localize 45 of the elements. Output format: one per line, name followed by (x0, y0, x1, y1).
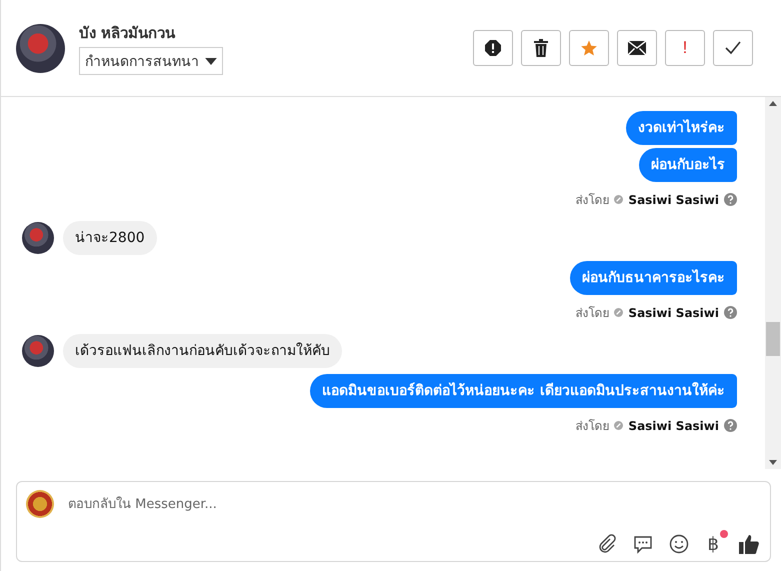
currency-button[interactable]: ฿ (704, 534, 722, 554)
avatar-photo (22, 222, 54, 254)
help-icon[interactable] (724, 419, 737, 432)
verified-icon (614, 421, 624, 430)
chat-bubble-icon[interactable] (632, 534, 653, 554)
sender-name: Sasiwi Sasiwi (628, 418, 719, 432)
scroll-up-icon[interactable] (769, 101, 777, 106)
envelope-icon (628, 41, 646, 55)
sent-message: ผ่อนกับธนาคารอะไรคะ (570, 261, 737, 295)
delete-button[interactable] (521, 30, 561, 66)
done-button[interactable] (713, 30, 753, 66)
checkmark-icon (725, 41, 741, 55)
sent-by-label: ส่งโดย (575, 418, 610, 435)
page-logo (26, 490, 54, 518)
received-message: เด้วรอแฟนเลิกงานก่อนคับเด้วจะถามให้คับ (63, 334, 342, 368)
scrollbar[interactable] (765, 97, 781, 469)
paperclip-icon[interactable] (596, 534, 617, 554)
help-icon[interactable] (724, 193, 737, 206)
contact-name: บัง หลิวมันกวน (79, 23, 176, 44)
report-button[interactable] (473, 30, 513, 66)
sender-name: Sasiwi Sasiwi (628, 192, 719, 206)
sender-name: Sasiwi Sasiwi (628, 306, 719, 320)
star-icon (580, 39, 598, 57)
trash-icon (533, 39, 549, 57)
sent-by-label: ส่งโดย (575, 192, 610, 209)
verified-icon (614, 195, 624, 204)
scroll-down-icon[interactable] (769, 460, 777, 465)
conversation-dropdown[interactable]: กำหนดการสนทนา (79, 47, 223, 75)
help-icon[interactable] (724, 306, 737, 319)
caret-icon (205, 58, 217, 64)
thumbs-up-icon[interactable] (738, 533, 760, 555)
star-button[interactable] (569, 30, 609, 66)
sent-message: แอดมินขอเบอร์ติดต่อไว้หน่อยนะคะ เดียวแอดมินประสานงานให้ค่ะ (310, 374, 737, 408)
important-button[interactable]: ! (665, 30, 705, 66)
smiley-icon[interactable] (668, 534, 689, 554)
avatar-photo (16, 24, 65, 72)
mail-button[interactable] (617, 30, 657, 66)
sent-message: ผ่อนกับอะไร (639, 148, 737, 182)
scrollbar-thumb[interactable] (766, 322, 780, 356)
sent-by-label: ส่งโดย (575, 305, 610, 322)
avatar-photo (22, 335, 54, 367)
received-message: น่าจะ2800 (63, 221, 157, 255)
alert-icon (484, 39, 502, 57)
sent-message: งวดเท่าไหร่คะ (626, 111, 737, 145)
verified-icon (614, 308, 624, 317)
